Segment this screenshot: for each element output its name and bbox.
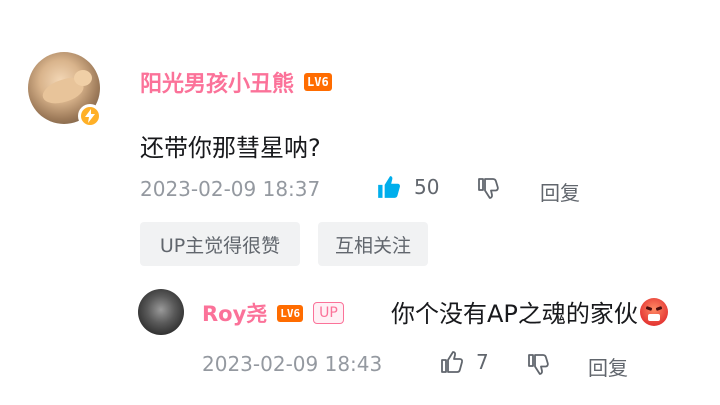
- like-count: 50: [414, 175, 440, 199]
- reply-button[interactable]: 回复: [540, 177, 580, 206]
- reply-like-button[interactable]: 7: [440, 350, 489, 374]
- angry-face-emoji: [639, 297, 668, 326]
- reply-text: 你个没有AP之魂的家伙: [391, 300, 638, 328]
- lightning-icon: [78, 104, 102, 128]
- reply-timestamp: 2023-02-09 18:43: [202, 352, 383, 376]
- level-badge: LV6: [304, 73, 332, 91]
- replier-username[interactable]: Roy尧: [202, 298, 267, 328]
- thumbs-up-icon: [441, 351, 464, 373]
- reply-reply-button[interactable]: 回复: [588, 352, 628, 381]
- reply-like-count: 7: [476, 350, 489, 374]
- chip-up-liked: UP主觉得很赞: [140, 222, 300, 266]
- reply-dislike-button[interactable]: [526, 352, 550, 380]
- replier-avatar[interactable]: [138, 289, 184, 335]
- chip-mutual-follow: 互相关注: [318, 222, 428, 266]
- commenter-username[interactable]: 阳光男孩小丑熊: [140, 66, 294, 98]
- up-badge: UP: [313, 302, 344, 324]
- thumbs-down-icon: [528, 354, 549, 375]
- dislike-button[interactable]: [476, 176, 500, 204]
- level-badge: LV6: [277, 304, 304, 322]
- comment-timestamp: 2023-02-09 18:37: [140, 177, 321, 201]
- thumbs-up-icon: [378, 176, 400, 198]
- thumbs-down-icon: [478, 178, 499, 199]
- comment-text: 还带你那彗星呐?: [140, 134, 321, 162]
- like-button[interactable]: 50: [376, 174, 439, 200]
